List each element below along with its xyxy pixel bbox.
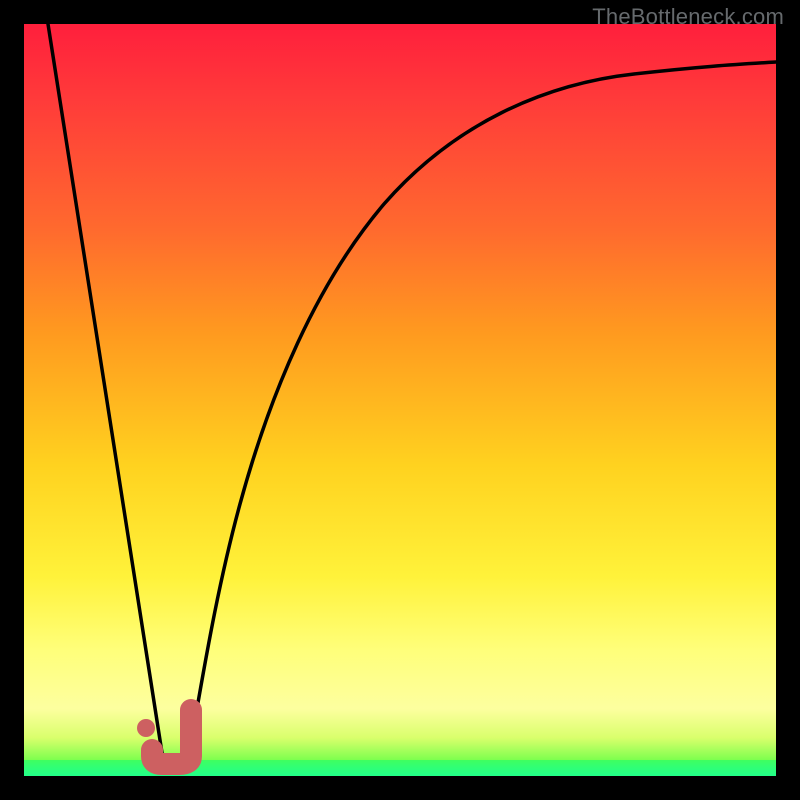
- curve-right-segment: [185, 62, 776, 772]
- chart-frame: TheBottleneck.com: [0, 0, 800, 800]
- watermark-text: TheBottleneck.com: [592, 4, 784, 30]
- bottleneck-curve: [24, 24, 776, 776]
- curve-left-segment: [48, 24, 165, 772]
- plot-area: [24, 24, 776, 776]
